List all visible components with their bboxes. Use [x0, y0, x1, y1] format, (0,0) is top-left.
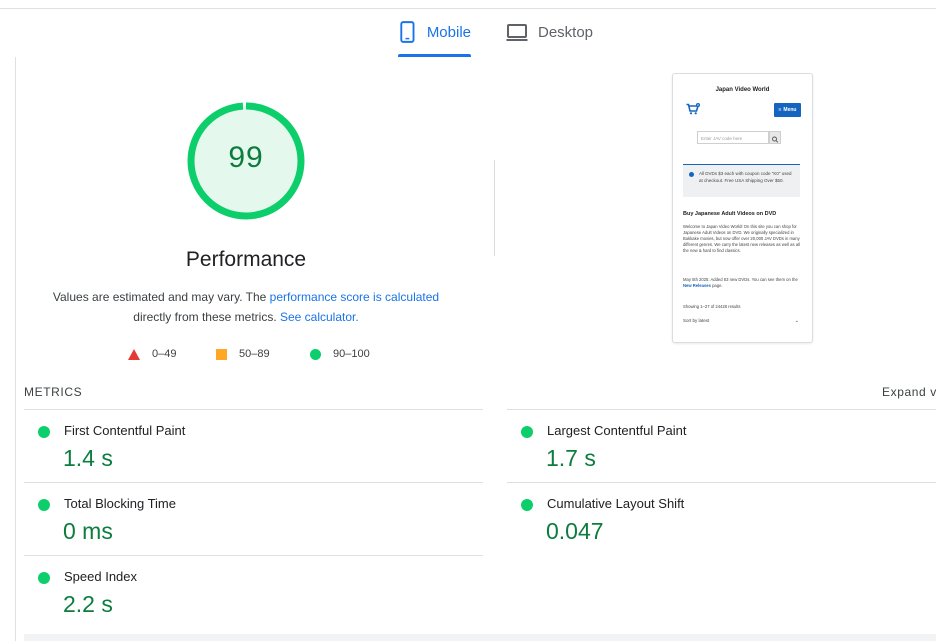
section-divider	[494, 160, 495, 256]
metric-value: 1.7 s	[546, 445, 596, 471]
metric-largest-contentful-paint: Largest Contentful Paint 1.7 s	[521, 421, 936, 485]
tab-mobile-label: Mobile	[426, 24, 471, 41]
pass-circle-icon	[521, 426, 533, 438]
description-prefix: Values are estimated and may vary. The	[52, 290, 270, 304]
metrics-divider	[24, 555, 483, 556]
site-news: May 5th 2025: Added 63 new DVDs. You can…	[683, 277, 803, 289]
coupon-notice-text: All DVDs $3 each with coupon code "K0" u…	[699, 171, 792, 183]
page-screenshot-thumbnail[interactable]: Japan Video World 0 ≡ Menu Enter JAV cod…	[672, 73, 813, 343]
tab-mobile[interactable]: Mobile	[398, 20, 471, 58]
metric-value: 2.2 s	[63, 591, 113, 617]
menu-button: ≡ Menu	[774, 103, 801, 117]
news-suffix: page.	[710, 283, 723, 288]
content-border	[15, 57, 16, 641]
legend-average-range: 50–89	[239, 348, 270, 360]
cart-icon: 0	[686, 103, 700, 115]
metric-value: 0.047	[546, 518, 604, 544]
metrics-heading: METRICS	[24, 385, 83, 399]
hamburger-icon: ≡	[778, 107, 782, 113]
metric-label: First Contentful Paint	[64, 423, 186, 438]
info-icon	[689, 172, 694, 177]
metric-label: Total Blocking Time	[64, 496, 176, 511]
legend-fail: 0–49	[128, 346, 176, 362]
calculator-link[interactable]: See calculator.	[280, 310, 359, 324]
performance-score: 99	[228, 141, 264, 174]
metrics-divider	[507, 409, 936, 410]
menu-label: Menu	[783, 107, 797, 113]
top-divider	[0, 8, 936, 9]
description-middle: directly from these metrics.	[133, 310, 280, 324]
tab-desktop-label: Desktop	[538, 24, 594, 41]
news-prefix: May 5th 2025: Added 63 new DVDs. You can…	[683, 277, 798, 282]
site-intro: Welcome to Japan Video World! On this si…	[683, 224, 800, 253]
gauge-title: Performance	[185, 248, 307, 271]
search-icon	[772, 136, 779, 143]
expand-view-button[interactable]: Expand view	[882, 385, 936, 399]
pass-circle-icon	[521, 499, 533, 511]
legend-fail-range: 0–49	[152, 348, 177, 360]
score-calculation-link[interactable]: performance score is calculated	[270, 290, 439, 304]
site-title: Japan Video World	[715, 87, 770, 93]
results-count: Showing 1–27 of 24428 results	[683, 304, 741, 309]
active-tab-indicator	[398, 54, 471, 57]
triangle-icon	[128, 348, 140, 360]
monitor-icon	[506, 24, 528, 41]
pass-circle-icon	[38, 572, 50, 584]
chevron-down-icon: ⌄	[794, 318, 799, 324]
legend-average: 50–89	[216, 346, 270, 362]
gauge-description: Values are estimated and may vary. The p…	[40, 287, 452, 327]
pass-circle-icon	[38, 426, 50, 438]
circle-icon	[310, 348, 321, 360]
site-search-field: Enter JAV code here	[697, 131, 769, 144]
section-footer-band	[24, 634, 936, 641]
metric-label: Largest Contentful Paint	[547, 423, 687, 438]
pass-circle-icon	[38, 499, 50, 511]
metric-total-blocking-time: Total Blocking Time 0 ms	[38, 494, 468, 558]
legend-pass: 90–100	[310, 346, 370, 362]
metric-cumulative-layout-shift: Cumulative Layout Shift 0.047	[521, 494, 936, 558]
legend-pass-range: 90–100	[333, 348, 370, 360]
tab-desktop[interactable]: Desktop	[506, 20, 606, 58]
site-search-button	[769, 131, 781, 144]
coupon-notice: All DVDs $3 each with coupon code "K0" u…	[683, 164, 800, 197]
sort-label: Sort by latest	[683, 318, 710, 323]
square-icon	[216, 348, 227, 360]
metric-label: Cumulative Layout Shift	[547, 496, 685, 511]
metric-value: 0 ms	[63, 518, 113, 544]
site-heading: Buy Japanese Adult Videos on DVD	[683, 211, 777, 217]
metric-speed-index: Speed Index 2.2 s	[38, 567, 468, 631]
metrics-divider	[24, 409, 483, 410]
smartphone-icon	[400, 21, 415, 43]
sort-select: Sort by latest ⌄	[683, 316, 801, 326]
metrics-divider	[24, 482, 483, 483]
metric-label: Speed Index	[64, 569, 138, 584]
metric-first-contentful-paint: First Contentful Paint 1.4 s	[38, 421, 468, 485]
metric-value: 1.4 s	[63, 445, 113, 471]
new-releases-link: New Releases	[683, 283, 711, 288]
metrics-divider	[507, 482, 936, 483]
